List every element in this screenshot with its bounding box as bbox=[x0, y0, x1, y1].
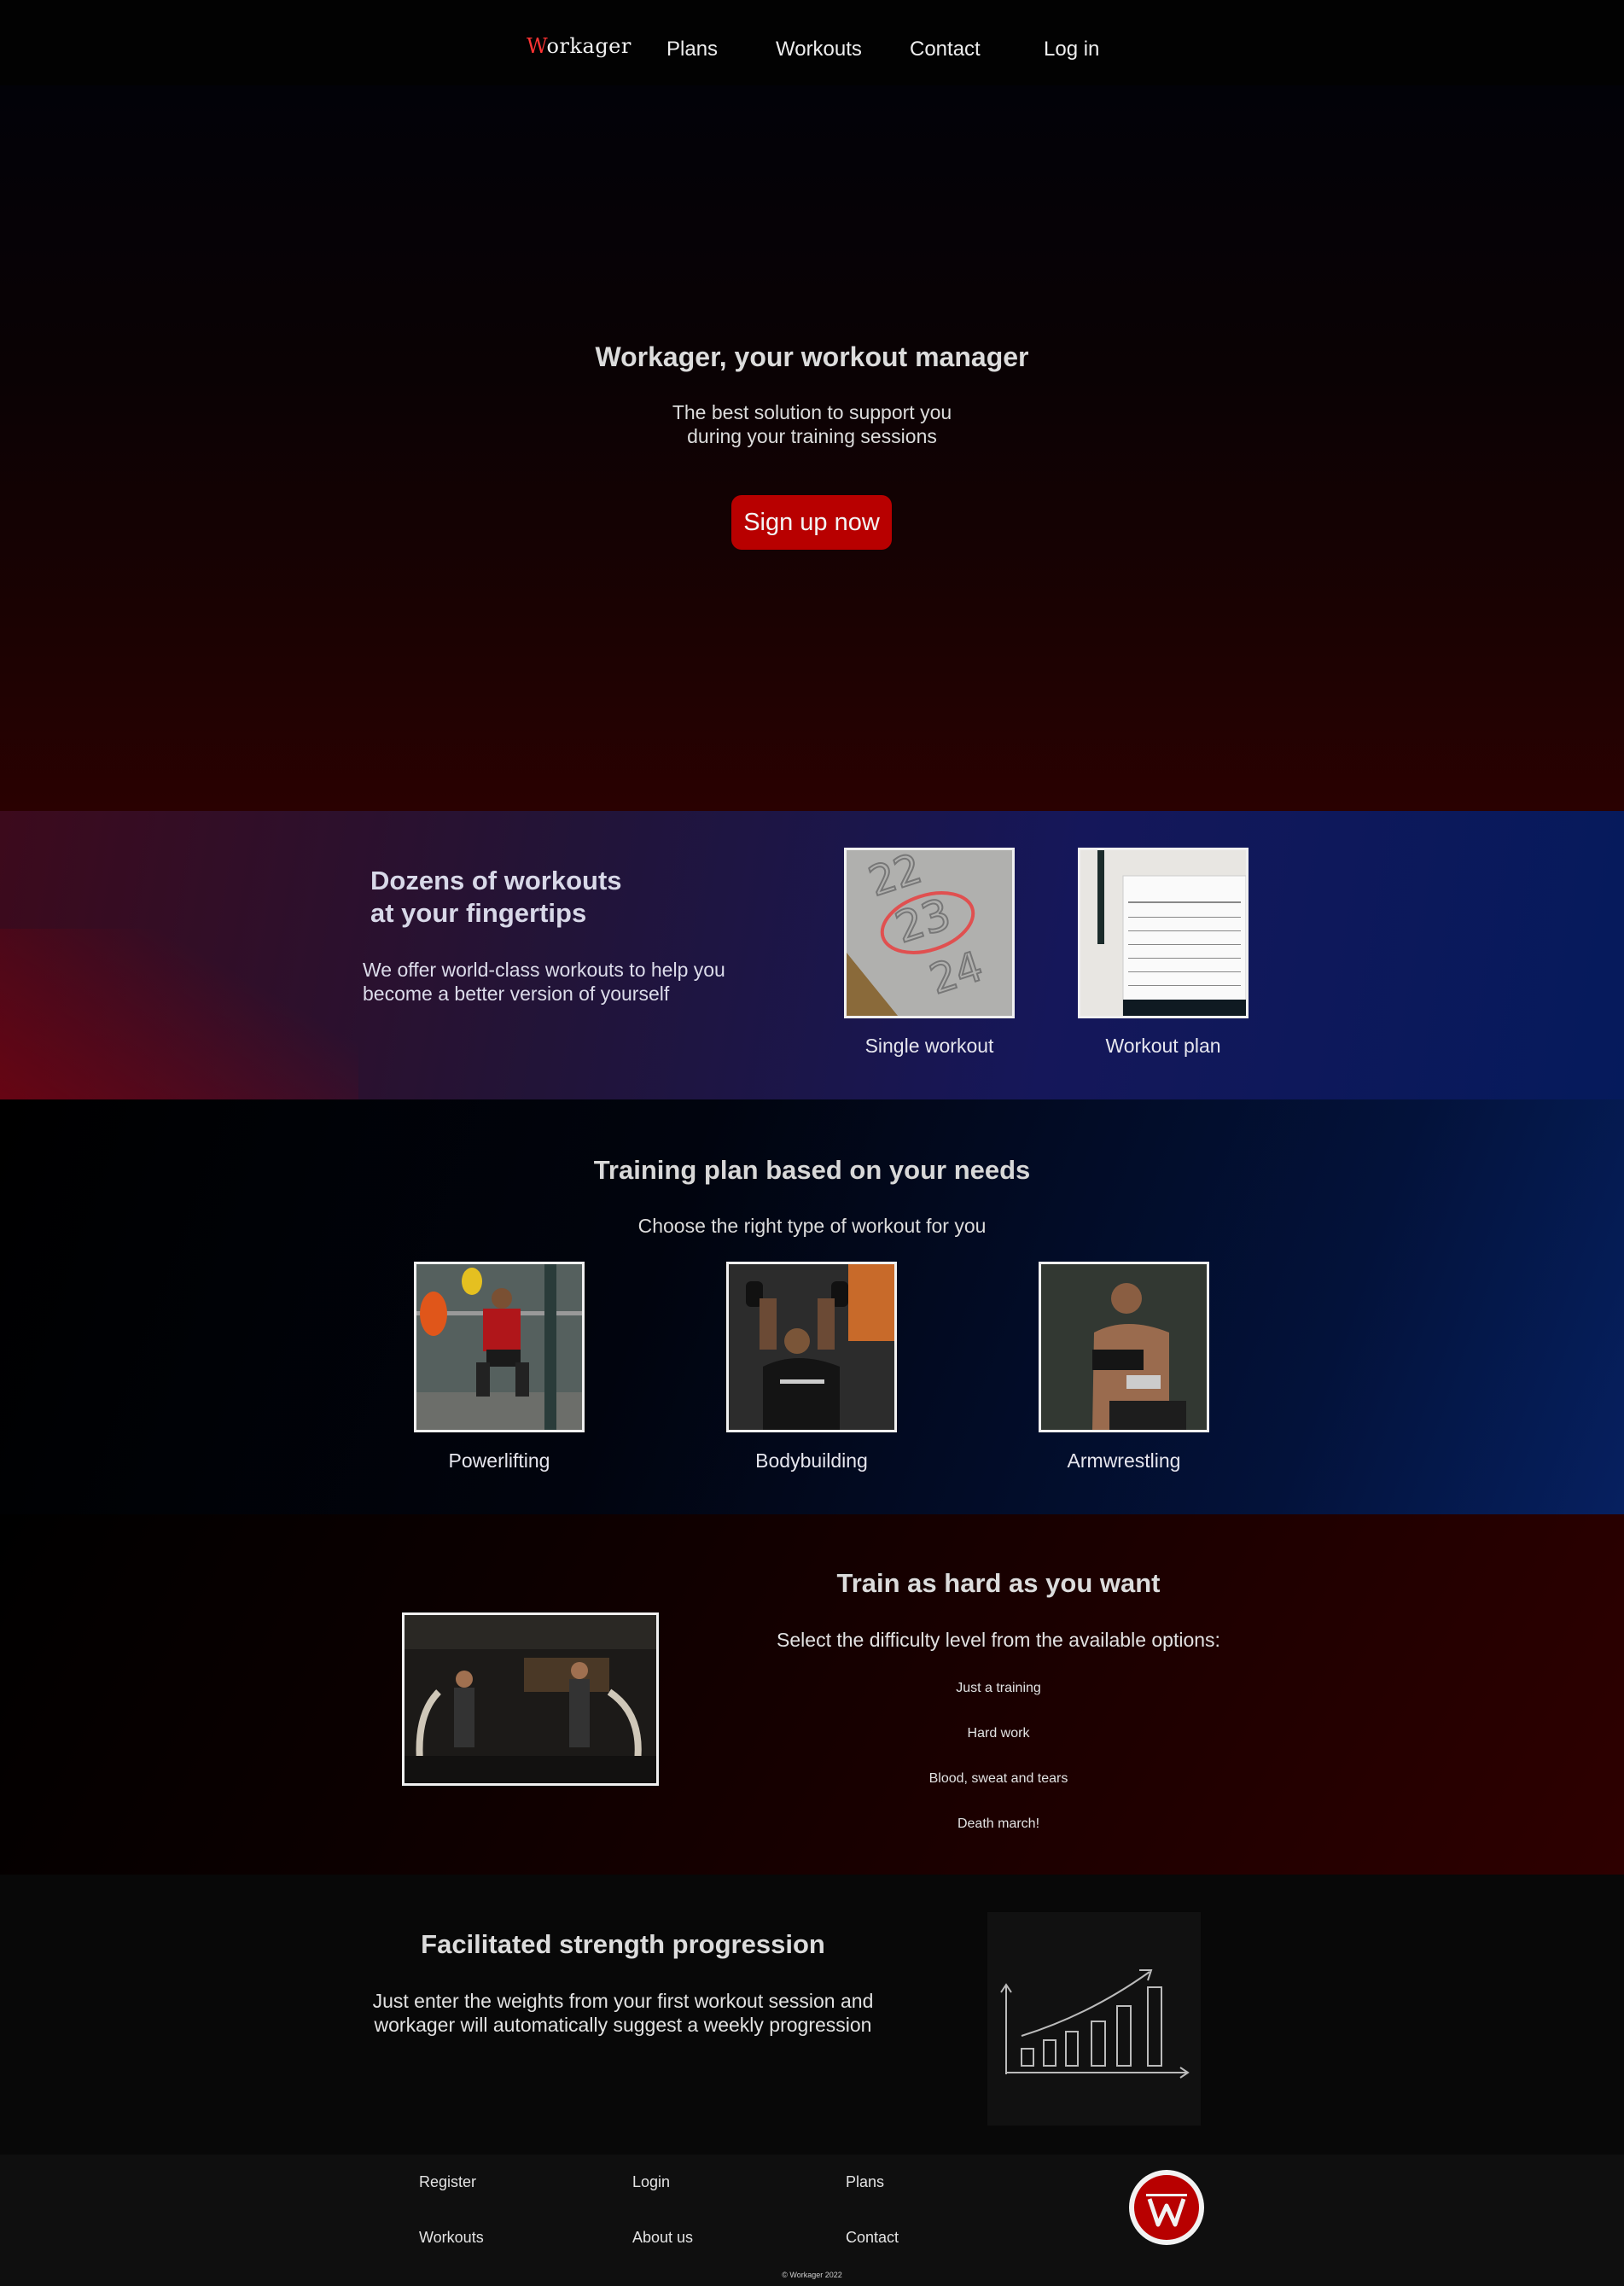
nav-contact-link[interactable]: Contact bbox=[910, 38, 981, 61]
hero-section: Workager, your workout manager The best … bbox=[0, 85, 1624, 811]
footer-register-link[interactable]: Register bbox=[419, 2173, 476, 2191]
difficulty-title: Train as hard as you want bbox=[836, 1568, 1161, 1598]
progression-chart-image bbox=[987, 1912, 1201, 2126]
workouts-heading-line1: Dozens of workouts bbox=[370, 866, 622, 895]
workouts-section: Dozens of workouts at your fingertips We… bbox=[0, 811, 1624, 1099]
training-title: Training plan based on your needs bbox=[593, 1155, 1031, 1185]
workouts-text-line2: become a better version of yourself bbox=[363, 983, 670, 1005]
workouts-heading: Dozens of workouts at your fingertips bbox=[370, 865, 622, 930]
bodybuilding-label[interactable]: Bodybuilding bbox=[718, 1449, 905, 1472]
nav-workouts-link[interactable]: Workouts bbox=[776, 38, 862, 61]
footer-about-link[interactable]: About us bbox=[632, 2229, 693, 2247]
difficulty-subtitle: Select the difficulty level from the ava… bbox=[777, 1629, 1220, 1651]
sign-up-button[interactable]: Sign up now bbox=[731, 495, 892, 550]
progression-section: Facilitated strength progression Just en… bbox=[0, 1875, 1624, 2155]
workout-plan-image[interactable] bbox=[1078, 848, 1249, 1018]
training-plan-section: Training plan based on your needs Choose… bbox=[0, 1099, 1624, 1514]
nav-login-link[interactable]: Log in bbox=[1044, 38, 1099, 61]
hero-subtitle-line1: The best solution to support you bbox=[672, 401, 952, 423]
workouts-text: We offer world-class workouts to help yo… bbox=[363, 958, 725, 1006]
footer-logo-icon[interactable] bbox=[1127, 2168, 1206, 2247]
progression-text-line2: workager will automatically suggest a we… bbox=[374, 2014, 872, 2036]
calendar-days-illustration: 22 23 24 bbox=[847, 850, 1012, 1016]
progression-text-line1: Just enter the weights from your first w… bbox=[372, 1990, 874, 2012]
progression-title: Facilitated strength progression bbox=[421, 1929, 825, 1959]
battle-ropes-illustration bbox=[405, 1615, 656, 1783]
difficulty-option[interactable]: Death march! bbox=[734, 1817, 1263, 1832]
difficulty-option[interactable]: Just a training bbox=[734, 1681, 1263, 1696]
hero-subtitle-line2: during your training sessions bbox=[687, 425, 937, 447]
hero-subtitle: The best solution to support you during … bbox=[0, 400, 1624, 448]
footer-contact-link[interactable]: Contact bbox=[846, 2229, 899, 2247]
hero-title: Workager, your workout manager bbox=[595, 341, 1029, 372]
progression-text: Just enter the weights from your first w… bbox=[324, 1989, 922, 2037]
bodybuilding-illustration bbox=[729, 1264, 894, 1430]
workouts-text-line1: We offer world-class workouts to help yo… bbox=[363, 959, 725, 981]
battle-ropes-image bbox=[402, 1612, 659, 1786]
footer-plans-link[interactable]: Plans bbox=[846, 2173, 884, 2191]
calendar-illustration bbox=[1080, 850, 1246, 1016]
single-workout-label[interactable]: Single workout bbox=[835, 1035, 1023, 1058]
difficulty-option[interactable]: Hard work bbox=[734, 1726, 1263, 1741]
copyright: © Workager 2022 bbox=[782, 2271, 842, 2279]
nav-plans-link[interactable]: Plans bbox=[666, 38, 718, 61]
armwrestling-image[interactable] bbox=[1039, 1262, 1209, 1432]
workouts-heading-line2: at your fingertips bbox=[370, 898, 587, 928]
difficulty-option[interactable]: Blood, sweat and tears bbox=[734, 1771, 1263, 1787]
logo[interactable]: Workager bbox=[527, 34, 632, 58]
armwrestling-illustration bbox=[1041, 1264, 1207, 1430]
footer-workouts-link[interactable]: Workouts bbox=[419, 2229, 484, 2247]
footer: Register Login Plans Workouts About us C… bbox=[0, 2155, 1624, 2286]
powerlifting-illustration bbox=[416, 1264, 582, 1430]
bodybuilding-image[interactable] bbox=[726, 1262, 897, 1432]
top-navigation: Workager Plans Workouts Contact Log in bbox=[0, 0, 1624, 85]
training-subtitle: Choose the right type of workout for you bbox=[637, 1215, 987, 1237]
chalk-growth-chart-illustration bbox=[987, 1912, 1201, 2126]
single-workout-image[interactable]: 22 23 24 bbox=[844, 848, 1015, 1018]
workout-plan-label[interactable]: Workout plan bbox=[1069, 1035, 1257, 1058]
footer-login-link[interactable]: Login bbox=[632, 2173, 670, 2191]
powerlifting-image[interactable] bbox=[414, 1262, 585, 1432]
w-badge-icon bbox=[1129, 2170, 1204, 2245]
powerlifting-label[interactable]: Powerlifting bbox=[405, 1449, 593, 1472]
armwrestling-label[interactable]: Armwrestling bbox=[1030, 1449, 1218, 1472]
difficulty-section: Train as hard as you want Select the dif… bbox=[0, 1514, 1624, 1875]
